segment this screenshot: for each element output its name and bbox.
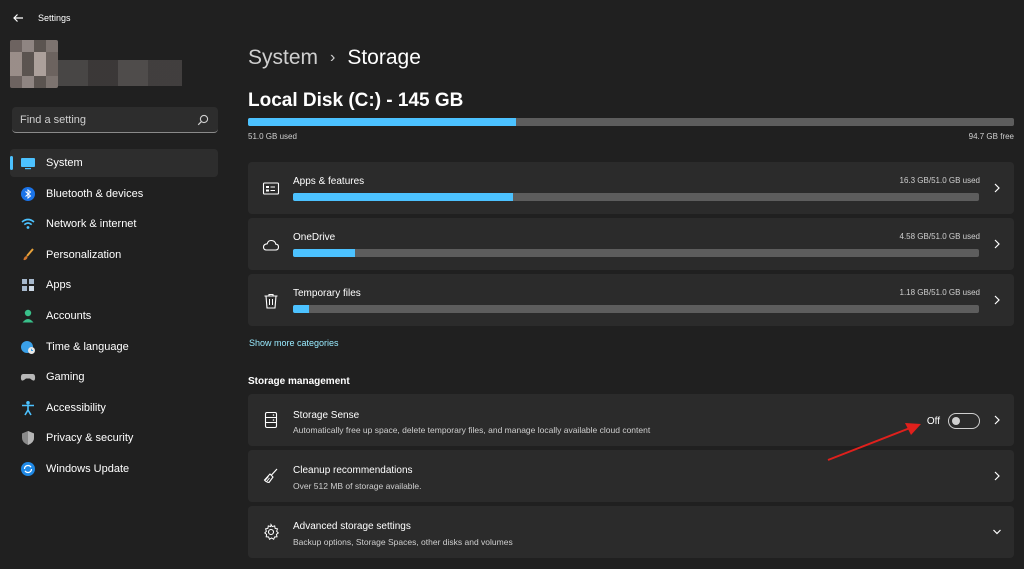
search-icon[interactable] bbox=[197, 114, 209, 126]
storage-sense-description: Automatically free up space, delete temp… bbox=[293, 425, 651, 435]
sidebar-item-label: Windows Update bbox=[46, 462, 130, 475]
monitor-icon bbox=[21, 158, 35, 170]
sidebar-nav: System Bluetooth & devices Network & int… bbox=[10, 149, 218, 486]
sidebar-item-system[interactable]: System bbox=[10, 149, 218, 177]
disk-title: Local Disk (C:) - 145 GB bbox=[248, 90, 464, 111]
toggle-knob bbox=[952, 417, 960, 425]
search-box[interactable] bbox=[12, 107, 218, 133]
person-icon bbox=[22, 309, 34, 323]
breadcrumb: System › Storage bbox=[248, 46, 421, 70]
sidebar-item-apps[interactable]: Apps bbox=[10, 271, 218, 299]
category-usage-bar bbox=[293, 193, 979, 201]
globe-clock-icon bbox=[21, 340, 35, 354]
brush-icon bbox=[23, 248, 34, 260]
category-label: Apps & features bbox=[293, 176, 365, 187]
storage-management-heading: Storage management bbox=[248, 376, 350, 387]
sidebar-item-personalization[interactable]: Personalization bbox=[10, 241, 218, 269]
category-usage-bar bbox=[293, 249, 979, 257]
trash-icon bbox=[264, 293, 278, 309]
disk-usage-fill bbox=[248, 118, 517, 126]
user-account-blurred bbox=[58, 60, 182, 86]
storage-sense-card[interactable]: Storage Sense Automatically free up spac… bbox=[248, 394, 1014, 446]
app-title: Settings bbox=[38, 13, 71, 23]
disk-used-label: 51.0 GB used bbox=[248, 132, 297, 141]
wifi-icon bbox=[21, 218, 35, 230]
category-temporary-files[interactable]: Temporary files 1.18 GB/51.0 GB used bbox=[248, 274, 1014, 326]
advanced-storage-settings-card[interactable]: Advanced storage settings Backup options… bbox=[248, 506, 1014, 558]
sidebar-item-privacy-security[interactable]: Privacy & security bbox=[10, 424, 218, 452]
sidebar-item-time-language[interactable]: Time & language bbox=[10, 333, 218, 361]
chevron-right-icon bbox=[994, 295, 1000, 305]
cloud-icon bbox=[262, 239, 280, 251]
chevron-down-icon bbox=[993, 529, 1001, 535]
breadcrumb-separator: › bbox=[330, 49, 336, 66]
bluetooth-icon bbox=[21, 186, 35, 201]
sidebar-item-network[interactable]: Network & internet bbox=[10, 210, 218, 238]
category-size: 16.3 GB/51.0 GB used bbox=[899, 176, 981, 185]
storage-sense-toggle[interactable] bbox=[948, 413, 980, 429]
category-label: Temporary files bbox=[293, 288, 361, 299]
sidebar-item-label: Personalization bbox=[46, 248, 122, 261]
advanced-storage-title: Advanced storage settings bbox=[293, 521, 411, 532]
page-title: Storage bbox=[347, 46, 421, 69]
sidebar: System Bluetooth & devices Network & int… bbox=[0, 36, 232, 569]
sidebar-item-label: Accounts bbox=[46, 309, 92, 322]
sidebar-item-label: Apps bbox=[46, 279, 72, 292]
sidebar-item-label: System bbox=[46, 157, 83, 169]
accessibility-icon bbox=[22, 400, 34, 416]
sidebar-item-accounts[interactable]: Accounts bbox=[10, 302, 218, 330]
sidebar-item-label: Privacy & security bbox=[46, 432, 134, 445]
storage-sense-toggle-label: Off bbox=[926, 416, 940, 427]
chevron-right-icon bbox=[994, 239, 1000, 249]
chevron-right-icon bbox=[994, 471, 1000, 481]
storage-drive-icon bbox=[264, 411, 278, 429]
sidebar-item-label: Network & internet bbox=[46, 218, 137, 231]
category-usage-bar bbox=[293, 305, 979, 313]
chevron-right-icon[interactable] bbox=[992, 413, 1002, 427]
shield-icon bbox=[22, 431, 34, 446]
back-arrow-icon[interactable] bbox=[10, 10, 26, 26]
title-bar: Settings bbox=[0, 0, 1024, 36]
sidebar-item-label: Time & language bbox=[46, 340, 129, 353]
sidebar-item-bluetooth[interactable]: Bluetooth & devices bbox=[10, 180, 218, 208]
sidebar-item-label: Gaming bbox=[46, 371, 85, 384]
gear-icon bbox=[264, 523, 280, 541]
category-size: 1.18 GB/51.0 GB used bbox=[899, 288, 981, 297]
apps-icon bbox=[22, 279, 34, 292]
sidebar-item-label: Accessibility bbox=[46, 401, 106, 414]
apps-features-icon bbox=[262, 182, 280, 195]
broom-icon bbox=[263, 468, 278, 484]
cleanup-description: Over 512 MB of storage available. bbox=[293, 481, 422, 491]
gamepad-icon bbox=[20, 374, 36, 381]
update-icon bbox=[21, 461, 35, 476]
main-content: System › Storage Local Disk (C:) - 145 G… bbox=[232, 36, 1024, 569]
sidebar-item-accessibility[interactable]: Accessibility bbox=[10, 394, 218, 422]
show-more-categories-link[interactable]: Show more categories bbox=[249, 338, 339, 348]
cleanup-title: Cleanup recommendations bbox=[293, 465, 413, 476]
category-size: 4.58 GB/51.0 GB used bbox=[899, 232, 981, 241]
category-apps-features[interactable]: Apps & features 16.3 GB/51.0 GB used bbox=[248, 162, 1014, 214]
sidebar-item-label: Bluetooth & devices bbox=[46, 187, 144, 200]
breadcrumb-parent[interactable]: System bbox=[248, 46, 318, 70]
search-input[interactable] bbox=[20, 112, 190, 128]
category-usage-fill bbox=[293, 193, 513, 201]
category-usage-fill bbox=[293, 305, 309, 313]
disk-free-label: 94.7 GB free bbox=[968, 132, 1014, 141]
category-label: OneDrive bbox=[293, 232, 336, 243]
sidebar-item-windows-update[interactable]: Windows Update bbox=[10, 455, 218, 483]
category-usage-fill bbox=[293, 249, 355, 257]
sidebar-item-gaming[interactable]: Gaming bbox=[10, 363, 218, 391]
advanced-storage-description: Backup options, Storage Spaces, other di… bbox=[293, 537, 513, 547]
disk-usage-bar bbox=[248, 118, 1014, 126]
storage-sense-title: Storage Sense bbox=[293, 410, 360, 421]
category-onedrive[interactable]: OneDrive 4.58 GB/51.0 GB used bbox=[248, 218, 1014, 270]
chevron-right-icon bbox=[994, 183, 1000, 193]
cleanup-recommendations-card[interactable]: Cleanup recommendations Over 512 MB of s… bbox=[248, 450, 1014, 502]
avatar[interactable] bbox=[10, 40, 58, 88]
